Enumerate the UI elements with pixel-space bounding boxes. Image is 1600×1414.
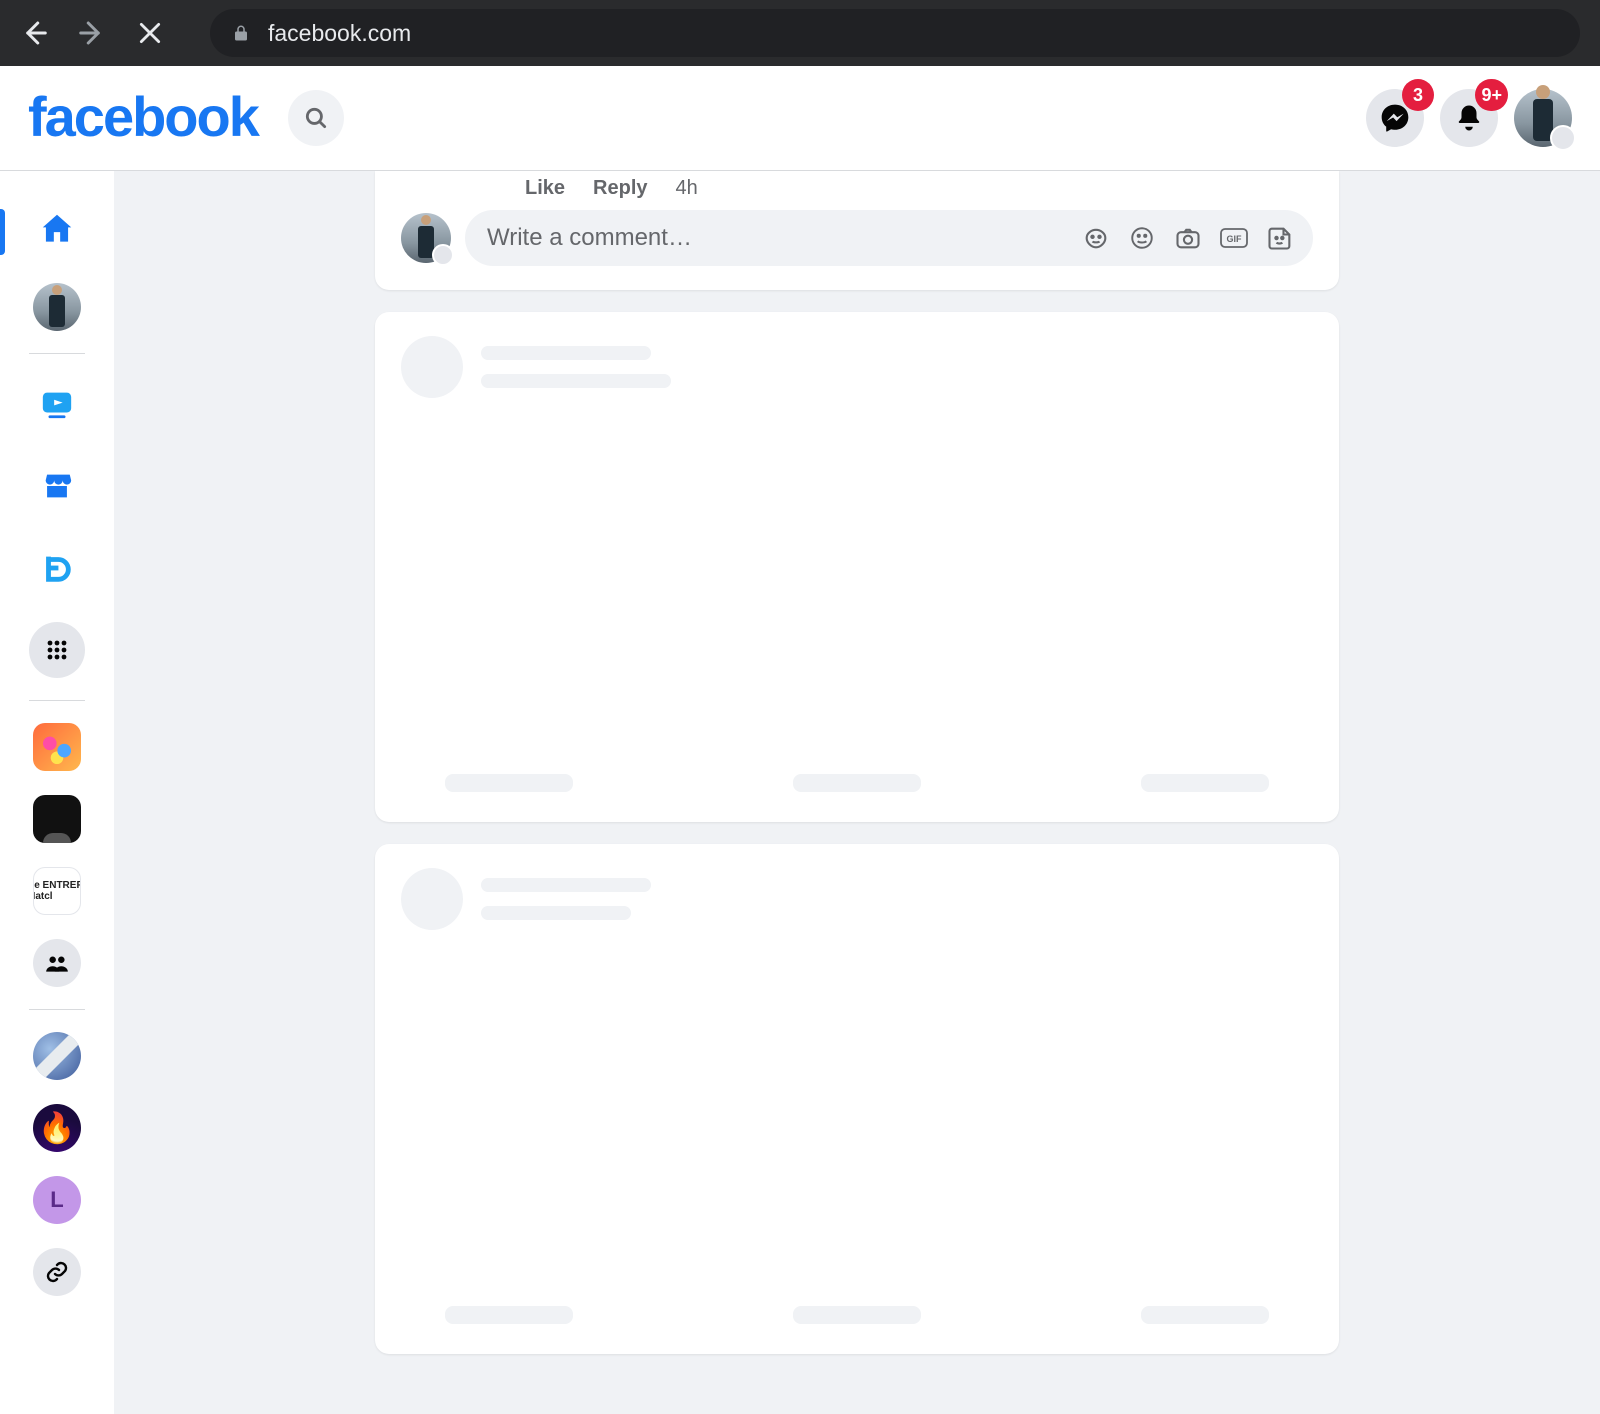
left-sidebar: he ENTREPI Hatcl 🔥 L bbox=[0, 171, 114, 1414]
browser-forward-button[interactable] bbox=[74, 15, 110, 51]
sidebar-marketplace[interactable] bbox=[29, 458, 85, 514]
browser-url-text: facebook.com bbox=[268, 20, 411, 47]
home-icon bbox=[38, 210, 76, 248]
sidebar-separator bbox=[29, 1009, 85, 1010]
sidebar-see-all[interactable] bbox=[29, 622, 85, 678]
gif-icon[interactable]: GIF bbox=[1217, 221, 1251, 255]
skeleton-avatar bbox=[401, 868, 463, 930]
sidebar-shortcut-4[interactable] bbox=[33, 1032, 81, 1080]
comment-action-row: Like Reply 4h bbox=[401, 173, 1313, 210]
skeleton-bar bbox=[481, 346, 651, 360]
comment-avatar[interactable] bbox=[401, 213, 451, 263]
sidebar-shortcut-link[interactable] bbox=[33, 1248, 81, 1296]
link-icon bbox=[45, 1260, 69, 1284]
skeleton-avatar bbox=[401, 336, 463, 398]
feed: Like Reply 4h Write a comment… bbox=[114, 171, 1600, 1414]
sidebar-shortcut-6[interactable]: L bbox=[33, 1176, 81, 1224]
svg-text:GIF: GIF bbox=[1227, 234, 1243, 244]
comment-placeholder: Write a comment… bbox=[487, 224, 1067, 252]
sidebar-separator bbox=[29, 700, 85, 701]
skeleton-bar bbox=[1141, 774, 1269, 792]
sidebar-profile[interactable] bbox=[33, 283, 81, 331]
skeleton-bar bbox=[445, 774, 573, 792]
post-skeleton bbox=[375, 312, 1339, 822]
messenger-button[interactable]: 3 bbox=[1366, 89, 1424, 147]
active-tab-indicator bbox=[0, 209, 5, 255]
browser-stop-button[interactable] bbox=[132, 15, 168, 51]
grid-icon bbox=[45, 638, 69, 662]
sidebar-shortcut-1[interactable] bbox=[33, 723, 81, 771]
comment-timestamp: 4h bbox=[676, 177, 698, 200]
sidebar-separator bbox=[29, 353, 85, 354]
notifications-button[interactable]: 9+ bbox=[1440, 89, 1498, 147]
comment-like-button[interactable]: Like bbox=[525, 177, 565, 200]
sidebar-shortcut-3[interactable]: he ENTREPI Hatcl bbox=[33, 867, 81, 915]
skeleton-bar bbox=[481, 878, 651, 892]
browser-back-button[interactable] bbox=[16, 15, 52, 51]
sidebar-shortcut-2[interactable] bbox=[33, 795, 81, 843]
comment-reply-button[interactable]: Reply bbox=[593, 177, 647, 200]
skeleton-bar bbox=[481, 374, 671, 388]
skeleton-bar bbox=[445, 1306, 573, 1324]
watch-icon bbox=[40, 387, 74, 421]
bell-icon bbox=[1454, 103, 1484, 133]
sidebar-groups[interactable] bbox=[33, 939, 81, 987]
lock-icon bbox=[232, 24, 250, 42]
sidebar-shortcut-5[interactable]: 🔥 bbox=[33, 1104, 81, 1152]
facebook-logo[interactable]: facebook bbox=[28, 84, 258, 149]
skeleton-bar bbox=[793, 774, 921, 792]
skeleton-bar bbox=[1141, 1306, 1269, 1324]
sidebar-watch[interactable] bbox=[29, 376, 85, 432]
sticker-icon[interactable] bbox=[1263, 221, 1297, 255]
groups-icon bbox=[44, 950, 70, 976]
notifications-badge: 9+ bbox=[1475, 79, 1508, 111]
messenger-icon bbox=[1379, 102, 1411, 134]
post-skeleton bbox=[375, 844, 1339, 1354]
facebook-header: facebook 3 9+ bbox=[0, 66, 1600, 171]
avatar-sticker-icon[interactable] bbox=[1079, 221, 1113, 255]
browser-toolbar: facebook.com bbox=[0, 0, 1600, 66]
search-icon bbox=[303, 105, 329, 131]
browser-url-bar[interactable]: facebook.com bbox=[210, 9, 1580, 57]
skeleton-bar bbox=[793, 1306, 921, 1324]
post-comment-footer: Like Reply 4h Write a comment… bbox=[375, 171, 1339, 290]
marketplace-icon bbox=[40, 469, 74, 503]
sidebar-home[interactable] bbox=[29, 201, 85, 257]
emoji-icon[interactable] bbox=[1125, 221, 1159, 255]
sidebar-gaming[interactable] bbox=[29, 540, 85, 596]
account-avatar[interactable] bbox=[1514, 89, 1572, 147]
gaming-icon bbox=[40, 551, 74, 585]
comment-composer[interactable]: Write a comment… GIF bbox=[465, 210, 1313, 266]
messenger-badge: 3 bbox=[1402, 79, 1434, 111]
camera-icon[interactable] bbox=[1171, 221, 1205, 255]
skeleton-bar bbox=[481, 906, 631, 920]
search-button[interactable] bbox=[288, 90, 344, 146]
